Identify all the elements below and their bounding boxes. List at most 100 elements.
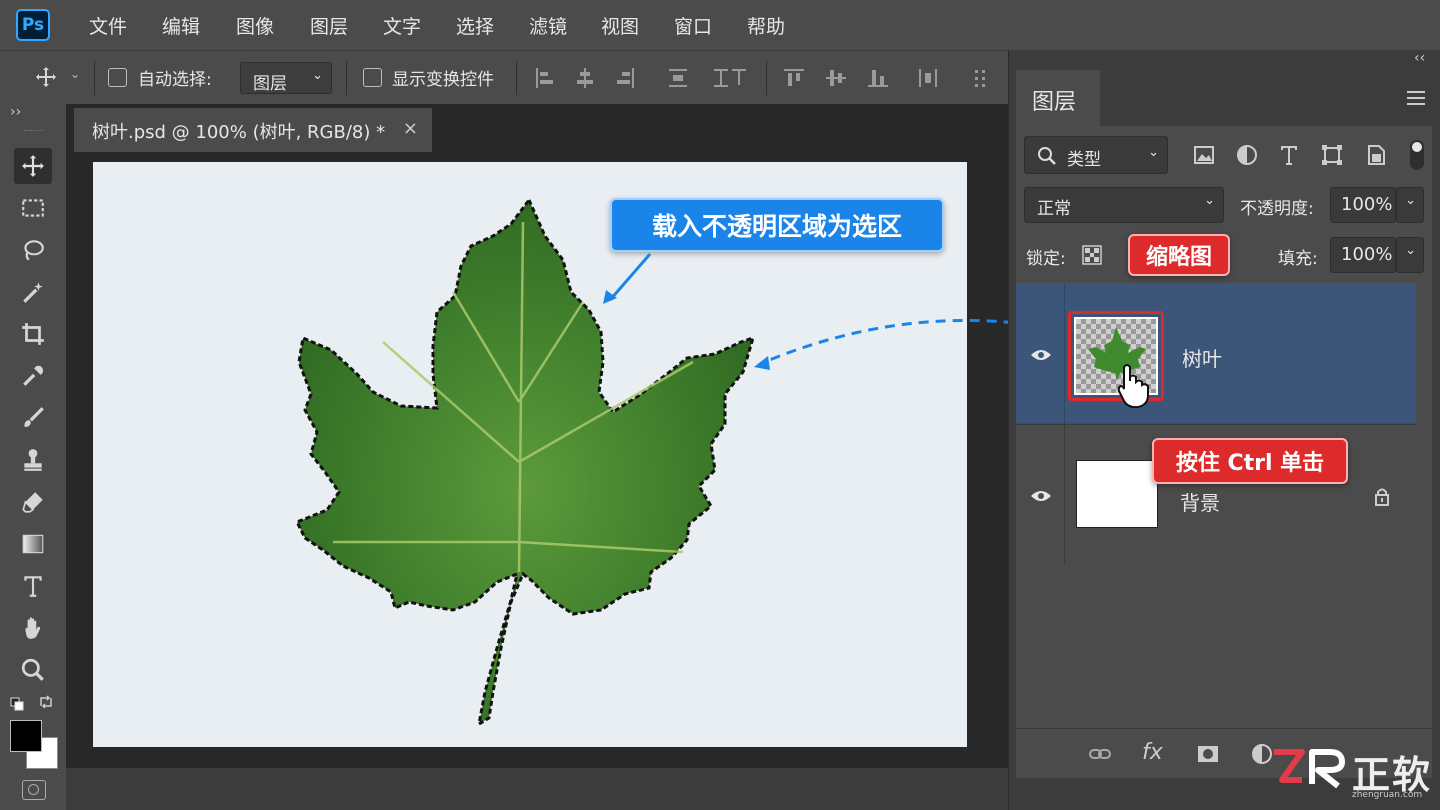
align-right-icon[interactable]	[613, 66, 637, 90]
hand-cursor-icon	[1117, 364, 1149, 409]
opacity-chevron-button[interactable]: ⌄	[1396, 187, 1424, 223]
default-colors-icon[interactable]	[10, 696, 24, 711]
foreground-color-swatch[interactable]	[10, 720, 42, 752]
fill-value: 100%	[1341, 244, 1393, 265]
menu-layer[interactable]: 图层	[310, 12, 348, 39]
document-tab[interactable]: 树叶.psd @ 100% (树叶, RGB/8) * ×	[74, 108, 432, 152]
layer-style-fx-icon[interactable]: fx	[1142, 740, 1163, 765]
distribute-horizontal-icon[interactable]	[916, 66, 940, 90]
align-top-icon[interactable]	[782, 66, 806, 90]
menu-file[interactable]: 文件	[89, 12, 127, 39]
auto-select-dropdown[interactable]: 图层 ⌄	[240, 62, 332, 94]
new-adjustment-layer-icon[interactable]	[1250, 742, 1274, 766]
chevron-down-icon: ⌄	[1204, 193, 1215, 208]
hand-tool-icon[interactable]	[14, 610, 52, 646]
layer-name-leaf[interactable]: 树叶	[1182, 343, 1222, 372]
opacity-input[interactable]: 100%	[1330, 187, 1396, 223]
tab-layers[interactable]: 图层	[1016, 70, 1100, 126]
filter-smart-object-icon[interactable]	[1364, 143, 1388, 167]
auto-select-value: 图层	[253, 74, 287, 94]
move-tool-icon[interactable]	[34, 65, 58, 89]
auto-select-label: 自动选择:	[138, 70, 212, 90]
close-icon[interactable]: ×	[403, 118, 418, 139]
layer-row-leaf[interactable]: 树叶	[1016, 283, 1416, 423]
lock-label: 锁定:	[1026, 249, 1066, 269]
quick-mask-icon[interactable]	[22, 780, 46, 800]
filter-toggle[interactable]	[1410, 140, 1424, 170]
crop-tool-icon[interactable]	[14, 316, 52, 352]
lock-transparent-pixels-icon[interactable]	[1082, 245, 1102, 265]
chevron-down-icon: ⌄	[1148, 145, 1159, 160]
menu-type[interactable]: 文字	[383, 12, 421, 39]
menu-edit[interactable]: 编辑	[162, 12, 200, 39]
chevron-down-icon: ⌄	[312, 68, 323, 83]
marquee-tool-icon[interactable]	[14, 190, 52, 226]
tools-panel: ››	[0, 104, 66, 810]
opacity-value: 100%	[1341, 194, 1393, 215]
more-options-icon[interactable]	[968, 66, 992, 90]
lock-icon	[1375, 488, 1389, 506]
eye-icon[interactable]	[1030, 489, 1052, 503]
layer-name-background[interactable]: 背景	[1180, 487, 1220, 516]
zoom-tool-icon[interactable]	[14, 652, 52, 688]
thumbnail-callout: 缩略图	[1128, 234, 1230, 276]
eye-icon[interactable]	[1030, 348, 1052, 362]
expand-toolbar-icon[interactable]: ››	[10, 104, 21, 120]
distribute-spacing-icon[interactable]	[712, 66, 748, 90]
menu-image[interactable]: 图像	[236, 12, 274, 39]
gradient-tool-icon[interactable]	[14, 526, 52, 562]
align-hcenter-icon[interactable]	[573, 66, 597, 90]
menu-select[interactable]: 选择	[456, 12, 494, 39]
status-bar	[66, 768, 1008, 810]
toolbar-grip[interactable]	[24, 130, 44, 133]
layers-panel-header	[1100, 70, 1432, 126]
add-mask-icon[interactable]	[1196, 742, 1220, 766]
blend-mode-value: 正常	[1037, 199, 1071, 219]
ctrl-click-callout: 按住 Ctrl 单击	[1152, 438, 1348, 484]
auto-select-checkbox[interactable]	[108, 68, 127, 87]
filter-shape-icon[interactable]	[1320, 143, 1344, 167]
eyedropper-tool-icon[interactable]	[14, 358, 52, 394]
fill-input[interactable]: 100%	[1330, 237, 1396, 273]
panel-menu-icon[interactable]	[1404, 86, 1428, 110]
opacity-label: 不透明度:	[1240, 199, 1314, 219]
menu-filter[interactable]: 滤镜	[529, 12, 567, 39]
tool-preset-chevron-icon[interactable]: ⌄	[70, 67, 80, 81]
layer-thumbnail-background[interactable]	[1076, 460, 1158, 528]
brush-tool-icon[interactable]	[14, 400, 52, 436]
fill-label: 填充:	[1278, 249, 1318, 269]
align-vcenter-icon[interactable]	[824, 66, 848, 90]
brand-logo	[1274, 749, 1345, 789]
stamp-tool-icon[interactable]	[14, 442, 52, 478]
filter-adjustment-icon[interactable]	[1235, 143, 1259, 167]
document-title: 树叶.psd @ 100% (树叶, RGB/8) *	[92, 122, 386, 143]
swap-colors-icon[interactable]	[38, 694, 54, 710]
options-bar: ⌄ 自动选择: 图层 ⌄ 显示变换控件	[0, 50, 1008, 104]
search-icon	[1038, 147, 1056, 165]
align-bottom-icon[interactable]	[866, 66, 890, 90]
brand-url: zhengruan.com	[1352, 790, 1423, 800]
menu-bar: Ps 文件 编辑 图像 图层 文字 选择 滤镜 视图 窗口 帮助	[0, 0, 1440, 50]
filter-type-icon[interactable]	[1277, 143, 1301, 167]
menu-help[interactable]: 帮助	[747, 12, 785, 39]
fill-chevron-button[interactable]: ⌄	[1396, 237, 1424, 273]
filter-value: 类型	[1067, 150, 1101, 170]
eraser-tool-icon[interactable]	[14, 484, 52, 520]
menu-view[interactable]: 视图	[601, 12, 639, 39]
blend-mode-dropdown[interactable]: 正常 ⌄	[1024, 187, 1224, 223]
collapse-panels-icon[interactable]: ‹‹	[1414, 50, 1425, 66]
load-selection-callout: 载入不透明区域为选区	[610, 198, 944, 252]
layer-filter-dropdown[interactable]: 类型 ⌄	[1024, 136, 1168, 174]
link-layers-icon[interactable]	[1088, 742, 1112, 766]
move-tool-icon[interactable]	[14, 148, 52, 184]
distribute-vertical-icon[interactable]	[666, 66, 690, 90]
magic-wand-tool-icon[interactable]	[14, 274, 52, 310]
lasso-tool-icon[interactable]	[14, 232, 52, 268]
type-tool-icon[interactable]	[14, 568, 52, 604]
show-transform-checkbox[interactable]	[363, 68, 382, 87]
filter-pixel-icon[interactable]	[1192, 143, 1216, 167]
menu-window[interactable]: 窗口	[674, 12, 712, 39]
align-left-icon[interactable]	[533, 66, 557, 90]
chevron-down-icon: ⌄	[1405, 243, 1416, 258]
chevron-down-icon: ⌄	[1405, 193, 1416, 208]
